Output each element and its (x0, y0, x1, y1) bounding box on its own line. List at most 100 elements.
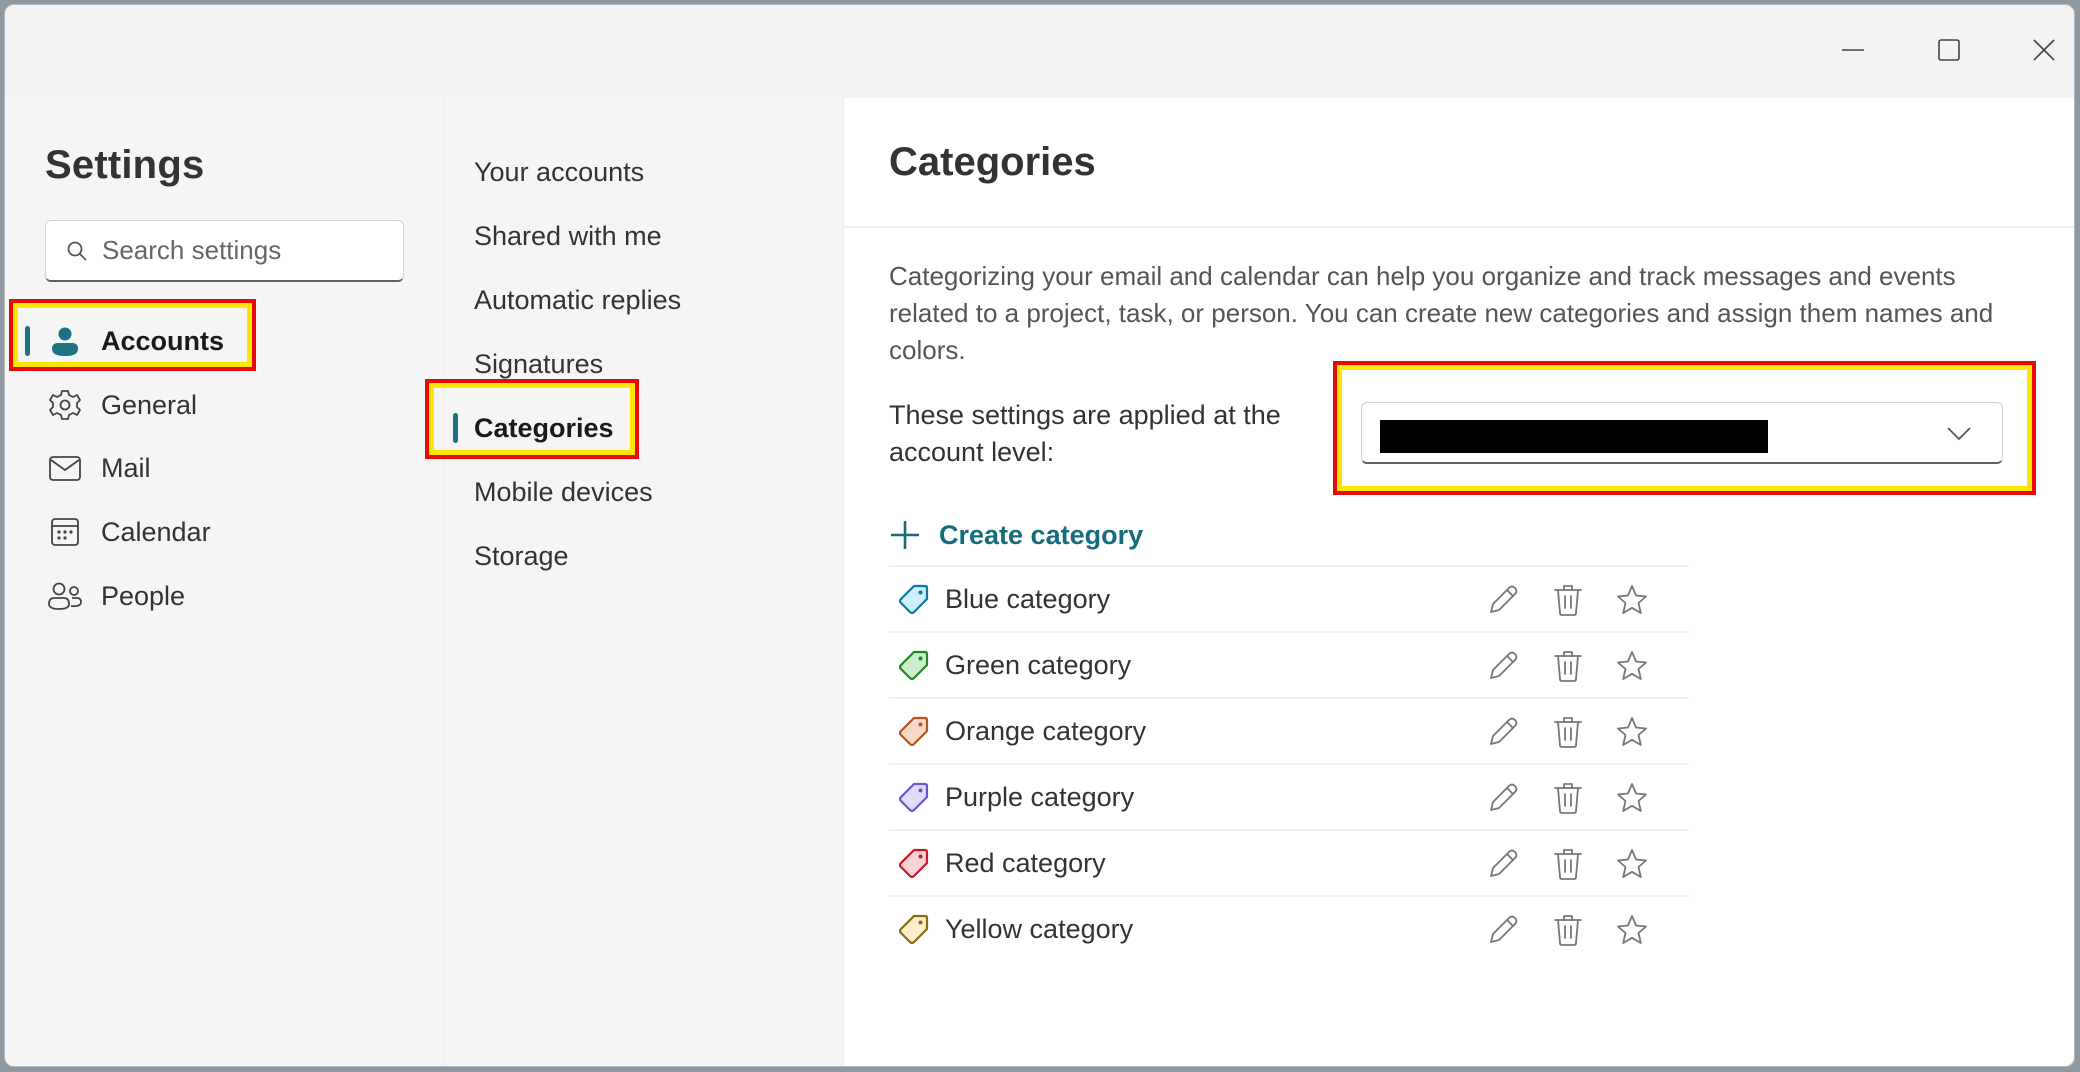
pencil-icon (1490, 849, 1518, 877)
sidebar-item-label: Accounts (101, 325, 225, 356)
trash-icon (1554, 717, 1582, 748)
delete-category-button[interactable] (1548, 911, 1588, 949)
maximize-button[interactable] (1919, 25, 1979, 75)
sidebar-item-people[interactable]: People (5, 566, 425, 626)
delete-category-button[interactable] (1548, 647, 1588, 685)
edit-category-button[interactable] (1483, 647, 1523, 685)
close-button[interactable] (2014, 25, 2074, 75)
category-row: Red category (889, 829, 1689, 895)
delete-category-button[interactable] (1548, 779, 1588, 817)
category-list: Blue category Green category Orange catego… (889, 565, 1689, 961)
sidebar-item-general[interactable]: General (5, 375, 425, 435)
redacted-account-name (1380, 420, 1768, 453)
subnav-item-label: Automatic replies (474, 284, 682, 315)
search-icon (67, 241, 87, 261)
tag-icon (899, 914, 929, 944)
tag-icon (899, 782, 929, 812)
accounts-subnav: Your accounts Shared with me Automatic r… (444, 98, 845, 1066)
sidebar-item-accounts[interactable]: Accounts (5, 311, 425, 371)
settings-title: Settings (45, 143, 205, 187)
tag-icon (899, 650, 929, 680)
favorite-category-button[interactable] (1612, 779, 1652, 817)
subnav-item-shared-with-me[interactable]: Shared with me (445, 208, 845, 264)
delete-category-button[interactable] (1548, 581, 1588, 619)
subnav-item-categories[interactable]: Categories (445, 400, 845, 456)
favorite-category-button[interactable] (1612, 911, 1652, 949)
pencil-icon (1490, 915, 1518, 943)
trash-icon (1554, 651, 1582, 682)
subnav-item-storage[interactable]: Storage (445, 528, 845, 584)
pencil-icon (1490, 783, 1518, 811)
settings-sidebar: Settings Accounts General Mail (5, 98, 444, 1066)
subnav-item-label: Categories (474, 412, 614, 443)
trash-icon (1554, 849, 1582, 880)
edit-category-button[interactable] (1483, 713, 1523, 751)
people-icon (47, 578, 83, 614)
active-indicator (453, 413, 458, 443)
subnav-item-label: Shared with me (474, 220, 662, 251)
maximize-icon (1938, 39, 1960, 61)
subnav-item-signatures[interactable]: Signatures (445, 336, 845, 392)
delete-category-button[interactable] (1548, 845, 1588, 883)
mail-icon (47, 450, 83, 486)
header-divider (844, 226, 2074, 228)
pencil-icon (1490, 717, 1518, 745)
page-title: Categories (889, 140, 1096, 184)
favorite-category-button[interactable] (1612, 581, 1652, 619)
subnav-item-label: Your accounts (474, 156, 645, 187)
category-row: Green category (889, 631, 1689, 697)
tag-icon (899, 584, 929, 614)
category-row: Purple category (889, 763, 1689, 829)
star-icon (1617, 849, 1647, 878)
star-icon (1617, 717, 1647, 746)
delete-category-button[interactable] (1548, 713, 1588, 751)
minimize-button[interactable] (1823, 25, 1883, 75)
star-icon (1617, 915, 1647, 944)
pencil-icon (1490, 585, 1518, 613)
create-category-label: Create category (939, 519, 1144, 550)
search-input[interactable] (102, 235, 382, 266)
active-indicator (25, 326, 30, 356)
sidebar-item-mail[interactable]: Mail (5, 438, 425, 498)
category-name: Green category (945, 649, 1132, 680)
category-name: Blue category (945, 583, 1111, 614)
sidebar-item-label: People (101, 580, 186, 611)
categories-description: Categorizing your email and calendar can… (889, 261, 1994, 365)
chevron-down-icon (1946, 423, 1972, 448)
create-category-button[interactable]: Create category (889, 510, 1143, 560)
star-icon (1617, 783, 1647, 812)
category-name: Orange category (945, 715, 1147, 746)
edit-category-button[interactable] (1483, 581, 1523, 619)
account-select[interactable] (1361, 402, 2003, 464)
subnav-item-mobile-devices[interactable]: Mobile devices (445, 464, 845, 520)
plus-icon (891, 521, 919, 549)
calendar-icon (47, 514, 83, 550)
category-row: Yellow category (889, 895, 1689, 961)
edit-category-button[interactable] (1483, 779, 1523, 817)
favorite-category-button[interactable] (1612, 647, 1652, 685)
subnav-item-automatic-replies[interactable]: Automatic replies (445, 272, 845, 328)
minimize-icon (1842, 49, 1864, 51)
category-row: Blue category (889, 565, 1689, 631)
category-name: Yellow category (945, 913, 1134, 944)
person-icon (47, 323, 83, 359)
tag-icon (899, 716, 929, 746)
sidebar-item-label: Mail (101, 452, 151, 483)
edit-category-button[interactable] (1483, 845, 1523, 883)
trash-icon (1554, 915, 1582, 946)
search-box[interactable] (45, 220, 404, 282)
sidebar-item-calendar[interactable]: Calendar (5, 502, 425, 562)
account-level-label: These settings are applied at the accoun… (889, 400, 1281, 467)
favorite-category-button[interactable] (1612, 713, 1652, 751)
star-icon (1617, 585, 1647, 614)
tag-icon (899, 848, 929, 878)
subnav-item-your-accounts[interactable]: Your accounts (445, 144, 845, 200)
subnav-item-label: Storage (474, 540, 569, 571)
pencil-icon (1490, 651, 1518, 679)
gear-icon (47, 387, 83, 423)
star-icon (1617, 651, 1647, 680)
title-bar (5, 5, 2074, 98)
categories-panel: Categories Categorizing your email and c… (844, 98, 2074, 1066)
edit-category-button[interactable] (1483, 911, 1523, 949)
favorite-category-button[interactable] (1612, 845, 1652, 883)
